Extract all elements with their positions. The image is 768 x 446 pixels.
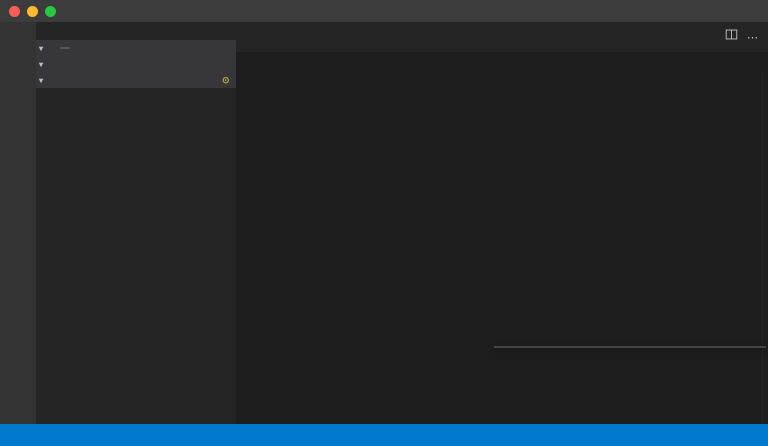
open-editors-header[interactable]: ▾ xyxy=(36,40,236,56)
sidebar-title-row xyxy=(36,22,236,40)
minimize-window-button[interactable] xyxy=(27,6,38,17)
split-editor-icon[interactable] xyxy=(725,28,738,46)
close-window-button[interactable] xyxy=(9,6,20,17)
chevron-down-icon: ▾ xyxy=(39,44,48,53)
unsaved-count-badge xyxy=(60,47,70,49)
chevron-down-icon: ▾ xyxy=(39,60,48,69)
more-actions-icon[interactable]: ⋯ xyxy=(747,31,758,44)
workbench: ▾ ▾ ▾ ⊙ ⋯ xyxy=(0,22,768,424)
suggest-widget xyxy=(494,346,766,348)
activity-bar xyxy=(0,22,36,424)
folders-header[interactable]: ▾ xyxy=(36,56,236,72)
window-controls xyxy=(9,6,56,17)
maximize-window-button[interactable] xyxy=(45,6,56,17)
editor-group: ⋯ xyxy=(236,22,768,424)
overview-ruler[interactable] xyxy=(762,71,768,424)
outline-header[interactable]: ▾ ⊙ xyxy=(36,72,236,88)
tab-bar: ⋯ xyxy=(236,22,768,52)
tab-actions: ⋯ xyxy=(715,22,768,52)
outline-status-icon[interactable]: ⊙ xyxy=(222,75,230,86)
titlebar xyxy=(0,0,768,22)
minimap[interactable] xyxy=(716,71,762,424)
code-view[interactable] xyxy=(236,71,716,424)
breadcrumb xyxy=(236,52,768,71)
editor[interactable] xyxy=(236,71,768,424)
status-bar xyxy=(0,424,768,446)
chevron-down-icon: ▾ xyxy=(39,76,48,85)
sidebar: ▾ ▾ ▾ ⊙ xyxy=(36,22,236,424)
